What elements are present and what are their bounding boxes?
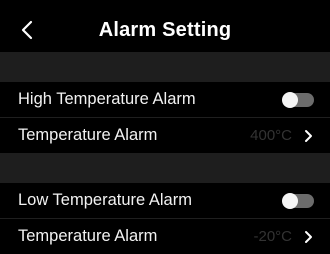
low-temperature-threshold-label: Temperature Alarm: [18, 227, 158, 245]
alarm-setting-screen: Alarm Setting High Temperature Alarm Tem…: [0, 0, 330, 254]
section-divider: [0, 153, 330, 183]
high-temperature-threshold-row[interactable]: Temperature Alarm 400°C: [0, 117, 330, 153]
high-temperature-alarm-label: High Temperature Alarm: [18, 90, 196, 108]
status-strip: [0, 0, 330, 8]
high-temperature-threshold-label: Temperature Alarm: [18, 126, 158, 144]
low-temperature-alarm-row[interactable]: Low Temperature Alarm: [0, 183, 330, 218]
low-temperature-threshold-value: -20°C: [253, 228, 292, 245]
page-title: Alarm Setting: [98, 18, 232, 41]
toggle-knob: [282, 91, 298, 108]
header-bar: Alarm Setting: [0, 8, 330, 52]
section-divider: [0, 52, 330, 82]
chevron-right-icon[interactable]: [304, 129, 314, 143]
low-temperature-alarm-toggle[interactable]: [282, 192, 314, 209]
high-temperature-threshold-value: 400°C: [250, 127, 292, 144]
chevron-right-icon[interactable]: [304, 230, 314, 244]
toggle-knob: [282, 192, 298, 209]
high-temperature-alarm-row[interactable]: High Temperature Alarm: [0, 82, 330, 117]
back-button[interactable]: [16, 18, 38, 42]
low-temperature-threshold-row[interactable]: Temperature Alarm -20°C: [0, 218, 330, 254]
chevron-left-icon: [21, 20, 33, 40]
high-temperature-alarm-toggle[interactable]: [282, 91, 314, 108]
low-temperature-alarm-label: Low Temperature Alarm: [18, 191, 192, 209]
